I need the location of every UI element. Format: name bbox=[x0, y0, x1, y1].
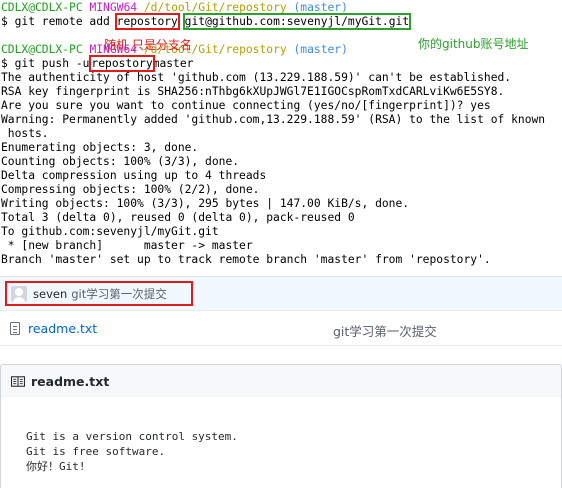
prompt-branch: (master) bbox=[293, 1, 348, 14]
terminal-output-line: Delta compression using up to 4 threads bbox=[1, 169, 267, 182]
file-icon bbox=[10, 322, 20, 335]
prompt-branch: (master) bbox=[293, 43, 348, 56]
latest-commit-bar: seven git学习第一次提交 bbox=[0, 276, 562, 310]
file-commit-message[interactable]: git学习第一次提交 bbox=[333, 321, 437, 340]
commit-author[interactable]: seven bbox=[33, 287, 67, 301]
readme-line: Git is free software. bbox=[26, 445, 166, 458]
command-prefix: $ git push -u bbox=[1, 57, 90, 70]
commit-message[interactable]: git学习第一次提交 bbox=[71, 286, 167, 302]
terminal-command[interactable]: $ git remote add repostory git@github.co… bbox=[1, 13, 562, 30]
terminal-output-line: Total 3 (delta 0), reused 0 (delta 0), p… bbox=[1, 211, 355, 224]
terminal-output-line: Warning: Permanently added 'github.com,1… bbox=[1, 113, 546, 126]
terminal-output-line: To github.com:sevenyjl/myGit.git bbox=[1, 225, 219, 238]
readme-content: Git is a version control system. Git is f… bbox=[0, 397, 562, 488]
terminal-output-line: Enumerating objects: 3, done. bbox=[1, 141, 199, 154]
readme-line: Git is a version control system. bbox=[26, 430, 238, 443]
terminal-output-line: * [new branch] master -> master bbox=[1, 239, 253, 252]
book-icon bbox=[11, 376, 25, 387]
prompt-path: /d/tool/Git/repostory bbox=[143, 1, 287, 14]
command-suffix: master bbox=[152, 57, 194, 70]
terminal-output-line: Are you sure you want to continue connec… bbox=[1, 99, 491, 112]
terminal-output-line: hosts. bbox=[1, 127, 49, 140]
prompt-user: CDLX@CDLX-PC bbox=[1, 1, 83, 14]
github-address-annotation: 你的github账号地址 bbox=[418, 37, 529, 51]
terminal-output-line: Branch 'master' set up to track remote b… bbox=[1, 253, 491, 266]
terminal-output-line: RSA key fingerprint is SHA256:nThbg6kXUp… bbox=[1, 85, 505, 98]
terminal-window: CDLX@CDLX-PC MINGW64 /d/tool/Git/reposto… bbox=[0, 0, 562, 276]
remote-name-highlight: repostory bbox=[114, 13, 180, 30]
avatar[interactable] bbox=[11, 285, 27, 302]
latest-commit-highlight: seven git学习第一次提交 bbox=[5, 281, 193, 306]
readme-line: 你好！Git! bbox=[26, 460, 86, 473]
prompt-system: MINGW64 bbox=[89, 1, 138, 14]
terminal-output-line: Compressing objects: 100% (2/2), done. bbox=[1, 183, 260, 196]
terminal-command[interactable]: $ git push -u repostorymaster bbox=[1, 55, 562, 72]
readme-header: readme.txt bbox=[0, 364, 562, 398]
branch-name-annotation: 随机 只是分支名 bbox=[104, 38, 192, 52]
prompt-user: CDLX@CDLX-PC bbox=[1, 43, 83, 56]
terminal-output-line: Counting objects: 100% (3/3), done. bbox=[1, 155, 240, 168]
command-prefix: $ git remote add bbox=[1, 15, 110, 28]
remote-name-highlight: repostory bbox=[89, 55, 155, 72]
terminal-prompt: CDLX@CDLX-PC MINGW64 /d/tool/Git/reposto… bbox=[1, 1, 562, 15]
terminal-output-line: The authenticity of host 'github.com (13… bbox=[1, 71, 512, 84]
remote-url-highlight: git@github.com:sevenyjl/myGit.git bbox=[182, 13, 412, 30]
file-list-row: readme.txt git学习第一次提交 bbox=[0, 310, 562, 346]
readme-title: readme.txt bbox=[31, 374, 110, 389]
terminal-output-line: Writing objects: 100% (3/3), 295 bytes |… bbox=[1, 197, 410, 210]
file-link[interactable]: readme.txt bbox=[28, 321, 97, 336]
readme-text: Git is a version control system. Git is f… bbox=[26, 429, 238, 474]
